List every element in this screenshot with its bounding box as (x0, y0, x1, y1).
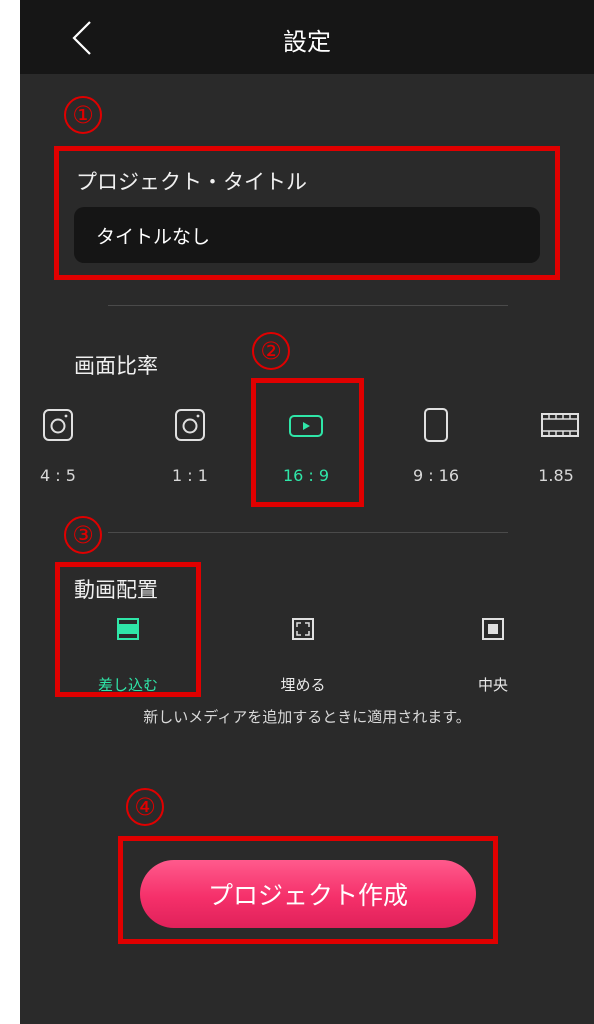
annotation-marker-2: ② (252, 332, 290, 370)
layout-label: 中央 (477, 676, 508, 694)
header-bar: 設定 (20, 0, 594, 74)
ratio-label: 9 : 16 (412, 466, 460, 485)
portrait-frame-icon (424, 408, 448, 442)
ratio-option-9-16[interactable]: 9 : 16 (396, 398, 476, 494)
ratio-label: 1.85 (538, 466, 574, 485)
project-title-input[interactable] (74, 207, 540, 263)
divider (108, 532, 508, 533)
ratio-option-1-85[interactable]: 1.85 (516, 398, 594, 494)
settings-screen: 設定 ① プロジェクト・タイトル 画面比率 ② 4 : 5 1 : 1 16 :… (20, 0, 594, 1024)
fill-icon (292, 618, 314, 640)
fit-icon (117, 618, 139, 640)
page-title: 設定 (283, 28, 331, 56)
aspect-ratio-label: 画面比率 (74, 354, 158, 378)
layout-label: 埋める (280, 676, 326, 694)
project-title-label: プロジェクト・タイトル (76, 170, 307, 194)
layout-apply-note: 新しいメディアを追加するときに適用されます。 (143, 708, 471, 726)
annotation-marker-3: ③ (64, 516, 102, 554)
layout-label: 差し込む (97, 676, 158, 694)
center-icon (482, 618, 504, 640)
divider (108, 305, 508, 306)
ratio-option-4-5[interactable]: 4 : 5 (20, 398, 98, 494)
film-icon (541, 413, 579, 437)
create-project-button[interactable]: プロジェクト作成 (140, 860, 476, 928)
ratio-label: 16 : 9 (282, 466, 330, 485)
annotation-marker-4: ④ (126, 788, 164, 826)
youtube-icon (289, 415, 323, 437)
ratio-option-16-9[interactable]: 16 : 9 (266, 398, 346, 494)
layout-option-fit[interactable]: 差し込む (78, 618, 178, 694)
ratio-label: 1 : 1 (172, 466, 208, 485)
video-layout-label: 動画配置 (74, 578, 158, 602)
ratio-option-1-1[interactable]: 1 : 1 (150, 398, 230, 494)
layout-option-fill[interactable]: 埋める (260, 618, 360, 694)
layout-option-center[interactable]: 中央 (440, 618, 540, 694)
annotation-marker-1: ① (64, 96, 102, 134)
instagram-icon (43, 409, 73, 441)
instagram-icon (175, 409, 205, 441)
ratio-label: 4 : 5 (40, 466, 76, 485)
